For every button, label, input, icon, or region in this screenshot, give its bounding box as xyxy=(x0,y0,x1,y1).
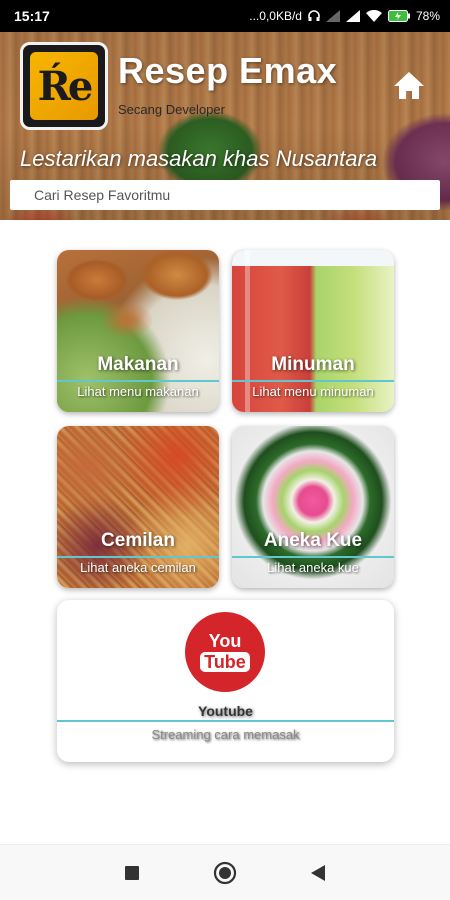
card-divider xyxy=(57,720,394,722)
app-logo: Ŕe xyxy=(20,42,108,130)
card-desc: Lihat aneka kue xyxy=(267,560,359,575)
signal-icon xyxy=(325,10,340,22)
card-title: Cemilan xyxy=(101,530,175,551)
card-title: Aneka Kue xyxy=(263,530,363,551)
card-title: Youtube xyxy=(198,703,253,719)
card-aneka-kue[interactable]: Aneka Kue Lihat aneka kue xyxy=(232,426,394,588)
card-desc: Streaming cara memasak xyxy=(151,727,300,742)
app-header: Ŕe Resep Emax Secang Developer Lestarika… xyxy=(0,32,450,220)
battery-icon xyxy=(387,10,410,22)
square-icon[interactable] xyxy=(120,861,144,885)
card-minuman[interactable]: Minuman Lihat menu minuman xyxy=(232,250,394,412)
circle-icon[interactable] xyxy=(213,861,237,885)
card-desc: Lihat aneka cemilan xyxy=(80,560,196,575)
card-youtube[interactable]: You Tube Youtube Streaming cara memasak xyxy=(57,600,394,762)
card-divider xyxy=(57,556,219,558)
search-input[interactable] xyxy=(34,187,440,203)
card-makanan[interactable]: Makanan Lihat menu makanan xyxy=(57,250,219,412)
wifi-icon xyxy=(365,10,382,22)
status-icons: ...0,0KB/d 78% xyxy=(249,9,440,23)
status-time: 15:17 xyxy=(14,8,50,24)
logo-mark: Ŕe xyxy=(30,52,98,120)
developer-name: Secang Developer xyxy=(118,102,225,117)
card-divider xyxy=(232,556,394,558)
status-bar: 15:17 ...0,0KB/d 78% xyxy=(0,0,450,32)
system-nav-bar xyxy=(0,844,450,900)
tagline: Lestarikan masakan khas Nusantara xyxy=(20,146,378,171)
card-divider xyxy=(232,380,394,382)
card-desc: Lihat menu minuman xyxy=(252,384,374,399)
youtube-logo-tube: Tube xyxy=(200,652,250,672)
network-speed: ...0,0KB/d xyxy=(249,9,302,23)
card-title: Makanan xyxy=(97,354,179,375)
headphones-icon xyxy=(308,10,320,21)
battery-percent: 78% xyxy=(415,9,440,23)
app-title: Resep Emax xyxy=(118,50,338,91)
youtube-icon: You Tube xyxy=(185,612,265,692)
signal-icon-2 xyxy=(345,10,360,22)
home-icon[interactable] xyxy=(392,70,426,100)
card-cemilan[interactable]: Cemilan Lihat aneka cemilan xyxy=(57,426,219,588)
card-desc: Lihat menu makanan xyxy=(77,384,199,399)
card-title: Minuman xyxy=(271,354,355,375)
card-divider xyxy=(57,380,219,382)
search-bar[interactable] xyxy=(10,180,440,210)
youtube-logo-you: You xyxy=(208,631,242,651)
triangle-back-icon[interactable] xyxy=(306,861,330,885)
